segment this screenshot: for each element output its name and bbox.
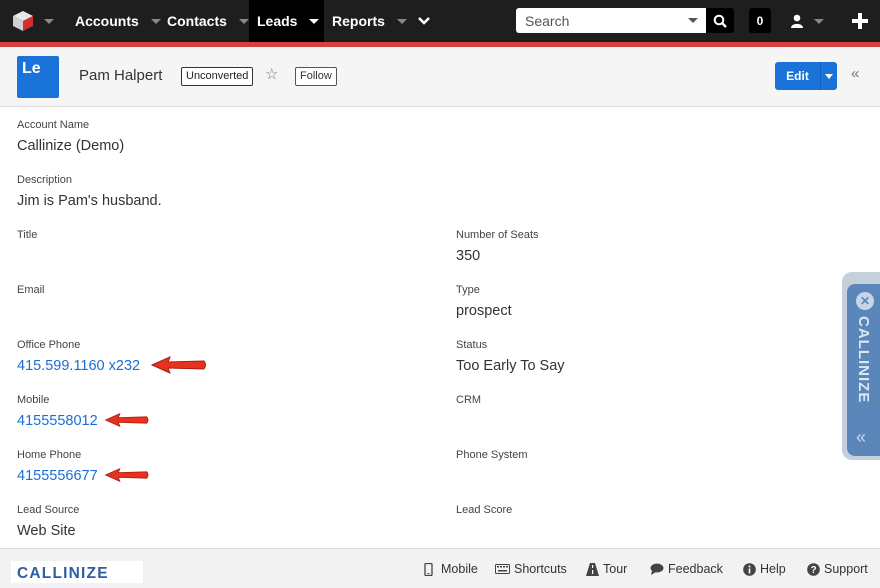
quick-create-button[interactable] (840, 0, 880, 42)
expand-chevron-icon[interactable]: « (856, 428, 866, 446)
user-menu[interactable] (786, 0, 834, 42)
chevron-down-icon (418, 17, 430, 25)
field-value-lead-source: Web Site (17, 523, 76, 539)
road-icon (586, 562, 599, 576)
search-button[interactable] (706, 8, 734, 33)
home-phone-link[interactable]: 4155556677 (17, 468, 98, 484)
sugar-cube-logo-icon (13, 11, 33, 31)
svg-text:?: ? (810, 565, 816, 576)
annotation-arrow-icon (150, 356, 206, 374)
footer-link-mobile[interactable]: Mobile (424, 562, 478, 576)
chevron-down-icon (309, 18, 320, 24)
field-label-lead-score: Lead Score (456, 504, 513, 516)
notifications-button[interactable]: 0 (749, 8, 771, 33)
field-label-type: Type (456, 284, 480, 296)
search-input[interactable] (516, 9, 676, 32)
mobile-phone-link[interactable]: 4155558012 (17, 413, 98, 429)
footer-link-help[interactable]: Help (743, 562, 786, 576)
field-label-status: Status (456, 339, 488, 351)
field-value-type: prospect (456, 303, 512, 319)
office-phone-link[interactable]: 415.599.1160 x232 (17, 358, 140, 374)
nav-tab-label: Reports (332, 13, 385, 29)
field-label-phone-system: Phone System (456, 449, 528, 461)
footer-link-tour[interactable]: Tour (586, 562, 627, 576)
status-badge: Unconverted (181, 67, 254, 86)
callinize-side-tab[interactable]: ✕ CALLINIZE « (842, 272, 880, 460)
more-tabs-button[interactable] (404, 0, 444, 42)
footer-link-label: Mobile (441, 562, 478, 576)
user-icon (791, 14, 803, 28)
field-value-account-name: Callinize (Demo) (17, 138, 125, 154)
top-navbar: Accounts Contacts Leads Reports 0 (0, 0, 880, 42)
svg-text:CALLINIZE: CALLINIZE (855, 316, 872, 403)
chevron-down-icon (825, 73, 833, 79)
close-icon[interactable]: ✕ (856, 292, 874, 310)
nav-tab-label: Accounts (75, 13, 139, 29)
svg-text:CALLINIZE: CALLINIZE (17, 565, 109, 581)
callinize-logo: CALLINIZE (11, 561, 143, 583)
field-value-number-of-seats: 350 (456, 248, 481, 264)
footer-link-feedback[interactable]: Feedback (650, 562, 723, 576)
record-header: Le Pam Halpert Unconverted ☆ Follow Edit… (0, 47, 880, 107)
field-label-mobile: Mobile (17, 394, 50, 406)
nav-tab-label: Contacts (167, 13, 227, 29)
field-label-number-of-seats: Number of Seats (456, 229, 539, 241)
footer-link-support[interactable]: ? Support (807, 562, 868, 576)
footer-link-label: Help (760, 562, 786, 576)
footer-link-label: Support (824, 562, 868, 576)
annotation-arrow-icon (104, 467, 149, 483)
record-name: Pam Halpert (79, 67, 163, 84)
nav-tab-accounts[interactable]: Accounts (64, 0, 161, 42)
keyboard-icon (495, 564, 510, 574)
callinize-tab-body: ✕ CALLINIZE « (847, 284, 880, 456)
field-value-description: Jim is Pam's husband. (17, 193, 162, 209)
field-label-lead-source: Lead Source (17, 504, 80, 516)
footer-link-label: Feedback (668, 562, 723, 576)
module-badge: Le (17, 56, 59, 98)
chevron-down-icon (814, 18, 824, 24)
collapse-sidebar-icon[interactable]: « (851, 65, 859, 82)
footer-link-shortcuts[interactable]: Shortcuts (495, 562, 567, 576)
plus-icon (852, 13, 868, 29)
comment-icon (650, 563, 664, 575)
annotation-arrow-icon (104, 412, 149, 428)
info-icon (743, 562, 756, 576)
chevron-down-icon (238, 18, 249, 24)
field-label-title: Title (17, 229, 38, 241)
global-search (516, 8, 706, 33)
field-label-office-phone: Office Phone (17, 339, 81, 351)
footer-link-label: Shortcuts (514, 562, 567, 576)
chevron-down-icon (44, 18, 54, 24)
nav-tab-reports[interactable]: Reports (324, 0, 407, 42)
edit-button[interactable]: Edit (775, 62, 821, 90)
field-label-description: Description (17, 174, 73, 186)
field-label-account-name: Account Name (17, 119, 90, 131)
field-label-email: Email (17, 284, 45, 296)
search-module-dropdown-icon[interactable] (688, 18, 698, 23)
edit-actions-dropdown[interactable] (821, 62, 837, 90)
follow-button[interactable]: Follow (295, 67, 337, 86)
nav-tab-leads[interactable]: Leads (249, 0, 324, 42)
footer-link-label: Tour (603, 562, 628, 576)
field-label-crm: CRM (456, 394, 482, 406)
nav-tab-contacts[interactable]: Contacts (156, 0, 249, 42)
search-icon (713, 14, 727, 28)
nav-tab-label: Leads (257, 13, 298, 29)
question-icon: ? (807, 562, 820, 576)
mobile-icon (424, 562, 433, 576)
app-logo-menu[interactable] (0, 0, 64, 42)
favorite-star-icon[interactable]: ☆ (265, 66, 278, 84)
callinize-tab-label: CALLINIZE (855, 316, 872, 403)
field-label-home-phone: Home Phone (17, 449, 82, 461)
field-value-status: Too Early To Say (456, 358, 565, 374)
footer: CALLINIZE Mobile Shortcuts Tour Feedback (0, 548, 880, 588)
